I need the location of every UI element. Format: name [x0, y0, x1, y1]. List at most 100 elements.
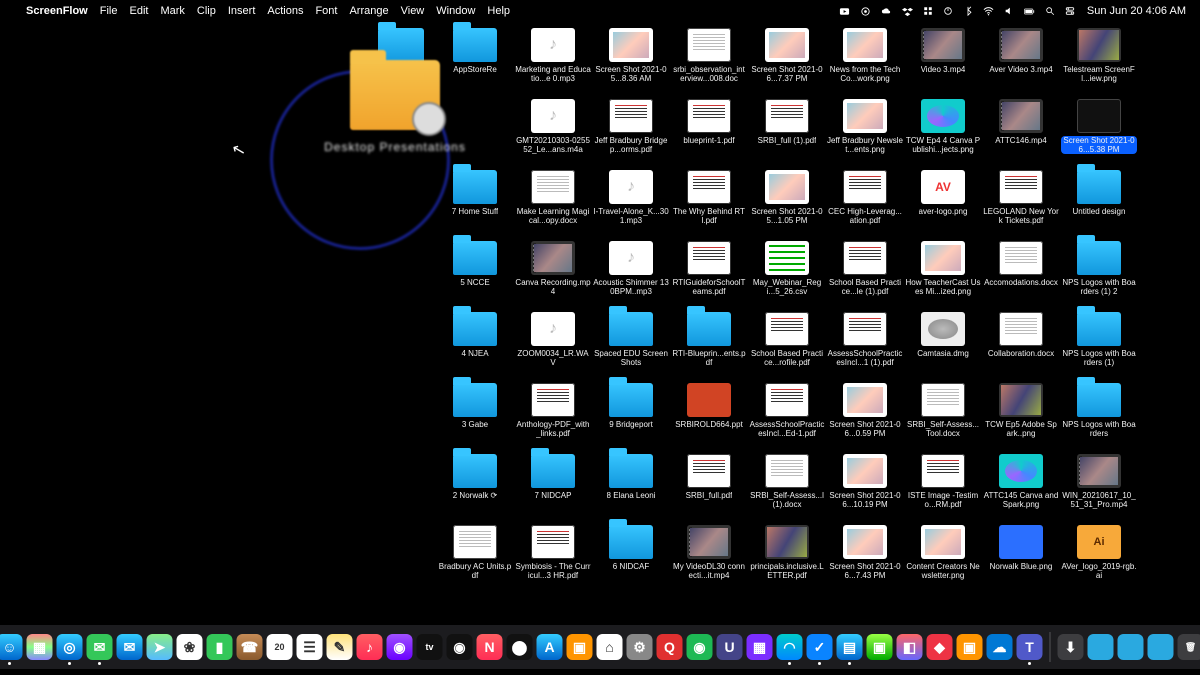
- grid-icon[interactable]: [923, 6, 933, 16]
- desktop-item[interactable]: 7 NIDCAP: [514, 454, 592, 524]
- desktop-item[interactable]: School Based Practice...le (1).pdf: [826, 241, 904, 311]
- desktop-item[interactable]: srbi_observation_interview...008.doc: [670, 28, 748, 98]
- dock-mail[interactable]: ✉: [117, 634, 143, 660]
- desktop-item[interactable]: GMT20210303-025552_Le...ans.m4a: [514, 99, 592, 169]
- desktop-item[interactable]: News from the Tech Co...work.png: [826, 28, 904, 98]
- battery-icon[interactable]: [1024, 6, 1035, 17]
- dock-tv[interactable]: tv: [417, 634, 443, 660]
- menu-view[interactable]: View: [401, 5, 425, 17]
- dock-preview[interactable]: ▤: [837, 634, 863, 660]
- desktop-item[interactable]: ATTC146.mp4: [982, 99, 1060, 169]
- desktop-item[interactable]: CEC High-Leverag...ation.pdf: [826, 170, 904, 240]
- dock-stocks[interactable]: ⬤: [507, 634, 533, 660]
- desktop-item[interactable]: Canva Recording.mp4: [514, 241, 592, 311]
- desktop-item[interactable]: blueprint-1.pdf: [670, 99, 748, 169]
- cloud-icon[interactable]: [881, 6, 892, 17]
- desktop-item[interactable]: TCW Ep5 Adobe Spark..png: [982, 383, 1060, 453]
- dock-finder[interactable]: ☺: [0, 634, 23, 660]
- menu-actions[interactable]: Actions: [267, 5, 303, 17]
- desktop-item[interactable]: Telestream ScreenFl...iew.png: [1060, 28, 1138, 98]
- desktop-item[interactable]: 9 Bridgeport: [592, 383, 670, 453]
- menu-insert[interactable]: Insert: [228, 5, 256, 17]
- desktop-item[interactable]: Camtasia.dmg: [904, 312, 982, 382]
- desktop-item[interactable]: SRBI_full (1).pdf: [748, 99, 826, 169]
- zoomed-folder[interactable]: Desktop Presentations: [320, 60, 470, 190]
- desktop-item[interactable]: Screen Shot 2021-06...5.38 PM: [1060, 99, 1138, 169]
- desktop-item[interactable]: ISTE Image -Testimo...RM.pdf: [904, 454, 982, 524]
- desktop-item[interactable]: How TeacherCast Uses Mi...ized.png: [904, 241, 982, 311]
- desktop-item[interactable]: 8 Elana Leoni: [592, 454, 670, 524]
- desktop-item[interactable]: RTIGuideforSchoolTeams.pdf: [670, 241, 748, 311]
- dock-spotify[interactable]: ◉: [687, 634, 713, 660]
- menubar-clock[interactable]: Sun Jun 20 4:06 AM: [1087, 5, 1186, 17]
- desktop-item[interactable]: RTI-Blueprin...ents.pdf: [670, 312, 748, 382]
- desktop-item[interactable]: AssessSchoolPracticesIncl...1 (1).pdf: [826, 312, 904, 382]
- desktop-item[interactable]: 4 NJEA: [436, 312, 514, 382]
- desktop-item[interactable]: My VideoDL30 connecti...it.mp4: [670, 525, 748, 595]
- desktop-item[interactable]: Screen Shot 2021-06...10.19 PM: [826, 454, 904, 524]
- dock-home[interactable]: ⌂: [597, 634, 623, 660]
- desktop-item[interactable]: The Why Behind RTI.pdf: [670, 170, 748, 240]
- app-name[interactable]: ScreenFlow: [26, 5, 88, 17]
- desktop-item[interactable]: Jeff Bradbury Newslet...ents.png: [826, 99, 904, 169]
- dock-app-u[interactable]: U: [717, 634, 743, 660]
- desktop-item[interactable]: Spaced EDU Screen Shots: [592, 312, 670, 382]
- dock-system-prefs[interactable]: ⚙: [627, 634, 653, 660]
- menu-file[interactable]: File: [100, 5, 118, 17]
- dock-podcasts[interactable]: ◉: [387, 634, 413, 660]
- dock-books[interactable]: ▣: [567, 634, 593, 660]
- desktop-item[interactable]: Accomodations.docx: [982, 241, 1060, 311]
- desktop-item[interactable]: TCW Ep4 4 Canva Publishi...jects.png: [904, 99, 982, 169]
- dock-maps[interactable]: ➤: [147, 634, 173, 660]
- dock-photos[interactable]: ❀: [177, 634, 203, 660]
- desktop-item[interactable]: Screen Shot 2021-06...7.37 PM: [748, 28, 826, 98]
- menu-font[interactable]: Font: [315, 5, 337, 17]
- dock-folder1[interactable]: [1088, 634, 1114, 660]
- volume-icon[interactable]: [1004, 6, 1014, 16]
- dock-folder3[interactable]: [1148, 634, 1174, 660]
- desktop-item[interactable]: 3 Gabe: [436, 383, 514, 453]
- dock-anydesk[interactable]: ◆: [927, 634, 953, 660]
- desktop-item[interactable]: SRBI_Self-Assess...l (1).docx: [748, 454, 826, 524]
- wifi-icon[interactable]: [983, 6, 994, 17]
- dock-news[interactable]: N: [477, 634, 503, 660]
- desktop-item[interactable]: Marketing and Educatio...e 0.mp3: [514, 28, 592, 98]
- desktop-item[interactable]: Aver Video 3.mp4: [982, 28, 1060, 98]
- dock-notes[interactable]: ✎: [327, 634, 353, 660]
- desktop-item[interactable]: Anthology-PDF_with_links.pdf: [514, 383, 592, 453]
- desktop-item[interactable]: 5 NCCE: [436, 241, 514, 311]
- desktop-item[interactable]: Screen Shot 2021-05...8.36 AM: [592, 28, 670, 98]
- desktop-item[interactable]: AssessSchoolPracticesIncl...Ed-1.pdf: [748, 383, 826, 453]
- desktop-item[interactable]: SRBIROLD664.ppt: [670, 383, 748, 453]
- dock-facetime[interactable]: ▮: [207, 634, 233, 660]
- desktop-item[interactable]: Collaboration.docx: [982, 312, 1060, 382]
- desktop-item[interactable]: Untitled design: [1060, 170, 1138, 240]
- desktop-item[interactable]: Bradbury AC Units.pdf: [436, 525, 514, 595]
- desktop-item[interactable]: Screen Shot 2021-06...0.59 PM: [826, 383, 904, 453]
- dock-contacts[interactable]: ☎: [237, 634, 263, 660]
- menu-arrange[interactable]: Arrange: [349, 5, 388, 17]
- dock-onedrive[interactable]: ☁: [987, 634, 1013, 660]
- desktop-item[interactable]: SRBI_Self-Assess...Tool.docx: [904, 383, 982, 453]
- youtube-icon[interactable]: [839, 6, 850, 17]
- menu-help[interactable]: Help: [487, 5, 510, 17]
- dock-teams[interactable]: T: [1017, 634, 1043, 660]
- desktop-item[interactable]: aver-logo.png: [904, 170, 982, 240]
- desktop-item[interactable]: ATTC145 Canva and Spark.png: [982, 454, 1060, 524]
- desktop-item[interactable]: principals.inclusive.LETTER.pdf: [748, 525, 826, 595]
- desktop-item[interactable]: Screen Shot 2021-05...1.05 PM: [748, 170, 826, 240]
- dock-safari[interactable]: ◎: [57, 634, 83, 660]
- dock-app-color[interactable]: ◧: [897, 634, 923, 660]
- desktop-item[interactable]: Jeff Bradbury Bridgep...orms.pdf: [592, 99, 670, 169]
- dock-edge[interactable]: ◠: [777, 634, 803, 660]
- desktop-item[interactable]: School Based Practice...rofile.pdf: [748, 312, 826, 382]
- dock-things[interactable]: ✓: [807, 634, 833, 660]
- menu-mark[interactable]: Mark: [160, 5, 184, 17]
- desktop-item[interactable]: 2 Norwalk ⟳: [436, 454, 514, 524]
- desktop-item[interactable]: May_Webinar_Regi...5_26.csv: [748, 241, 826, 311]
- dock-trash[interactable]: 🗑: [1178, 634, 1200, 660]
- toggl-icon[interactable]: [943, 6, 953, 16]
- dock-app-p[interactable]: ▦: [747, 634, 773, 660]
- control-center-icon[interactable]: [1065, 6, 1075, 16]
- dock-folder2[interactable]: [1118, 634, 1144, 660]
